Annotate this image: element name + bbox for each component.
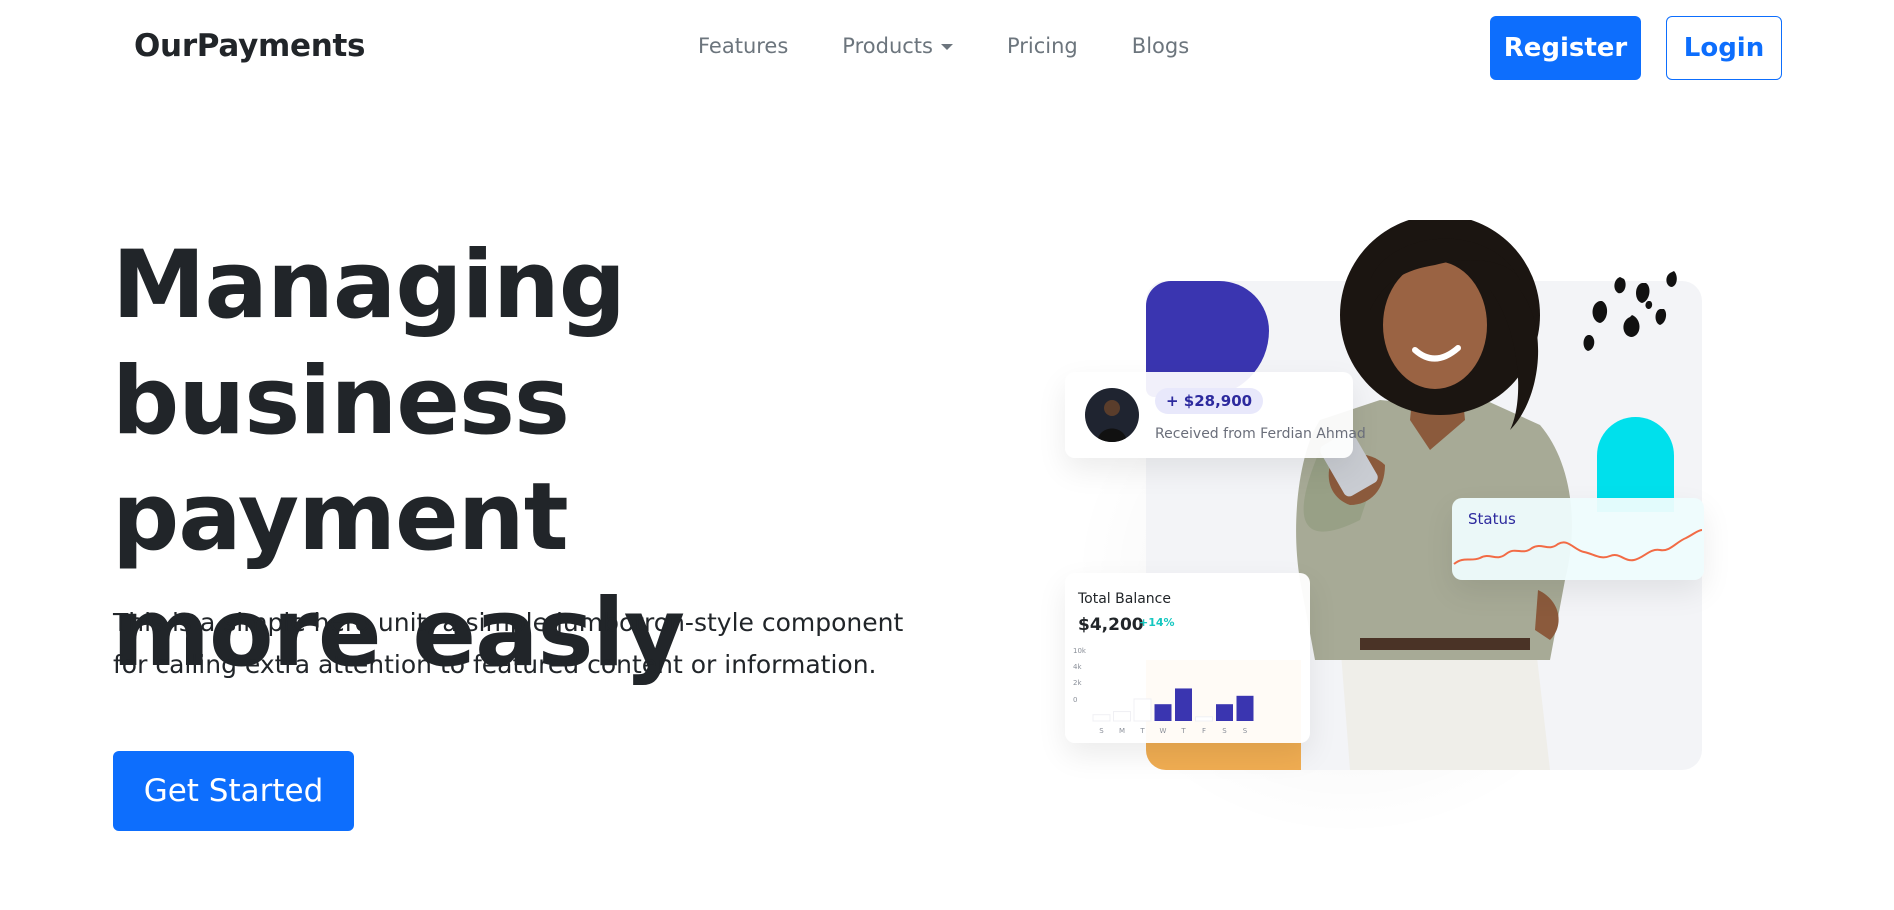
login-button[interactable]: Login bbox=[1666, 16, 1782, 80]
x-tick-label: W bbox=[1160, 727, 1167, 735]
nav-link-features[interactable]: Features bbox=[698, 34, 788, 58]
hero-illustration: + $28,900 Received from Ferdian Ahmad St… bbox=[1040, 210, 1760, 850]
balance-change: +14% bbox=[1139, 616, 1175, 629]
balance-bar-chart: 10k 4k 2k 0 S M T W T F S S bbox=[1073, 647, 1254, 735]
balance-bar bbox=[1154, 704, 1172, 721]
x-tick-label: S bbox=[1243, 727, 1248, 735]
register-button[interactable]: Register bbox=[1490, 16, 1641, 80]
brand-logo[interactable]: OurPayments bbox=[134, 28, 365, 64]
balance-bar bbox=[1092, 714, 1111, 722]
nav-link-blogs[interactable]: Blogs bbox=[1132, 34, 1189, 58]
status-card: Status bbox=[1452, 498, 1704, 580]
hero-title-line: business payment bbox=[112, 347, 570, 572]
y-tick-label: 10k bbox=[1073, 647, 1087, 655]
balance-bar bbox=[1133, 698, 1152, 722]
navbar: OurPayments Features Products Pricing Bl… bbox=[0, 0, 1894, 96]
balance-bar bbox=[1113, 711, 1131, 722]
x-tick-label: T bbox=[1139, 727, 1145, 735]
hero-lead-line: This is a simple hero unit, a simple jum… bbox=[113, 608, 904, 637]
x-tick-label: S bbox=[1099, 727, 1104, 735]
status-sparkline bbox=[1453, 529, 1703, 565]
total-balance-card: Total Balance $4,200 +14% 10k 4k 2k 0 S M T W T F… bbox=[1065, 573, 1310, 743]
y-tick-label: 4k bbox=[1073, 663, 1082, 671]
received-payment-card: + $28,900 Received from Ferdian Ahmad bbox=[1065, 372, 1366, 458]
balance-bar bbox=[1236, 695, 1254, 721]
balance-bar bbox=[1195, 716, 1213, 722]
x-tick-label: T bbox=[1180, 727, 1186, 735]
nav-link-products[interactable]: Products bbox=[842, 34, 953, 58]
received-amount-badge: + $28,900 bbox=[1155, 388, 1264, 414]
x-tick-label: M bbox=[1119, 727, 1125, 735]
nav-link-products-label: Products bbox=[842, 34, 933, 58]
y-tick-label: 0 bbox=[1073, 696, 1077, 704]
hero-lead: This is a simple hero unit, a simple jum… bbox=[113, 602, 943, 686]
received-from-text: Received from Ferdian Ahmad bbox=[1155, 426, 1366, 442]
hero-title-line: Managing bbox=[112, 231, 626, 340]
balance-bar bbox=[1216, 704, 1233, 721]
balance-label: Total Balance bbox=[1078, 591, 1171, 607]
balance-amount: $4,200 bbox=[1078, 615, 1144, 635]
caret-down-icon bbox=[940, 44, 953, 50]
balance-bar bbox=[1175, 688, 1192, 721]
nav-links: Features Products Pricing Blogs bbox=[698, 34, 1189, 58]
x-tick-label: S bbox=[1222, 727, 1227, 735]
avatar bbox=[1085, 388, 1139, 442]
x-tick-label: F bbox=[1202, 727, 1206, 735]
y-tick-label: 2k bbox=[1073, 679, 1082, 687]
hero-lead-line: for calling extra attention to featured … bbox=[113, 650, 877, 679]
get-started-button[interactable]: Get Started bbox=[113, 751, 354, 831]
nav-link-pricing[interactable]: Pricing bbox=[1007, 34, 1078, 58]
